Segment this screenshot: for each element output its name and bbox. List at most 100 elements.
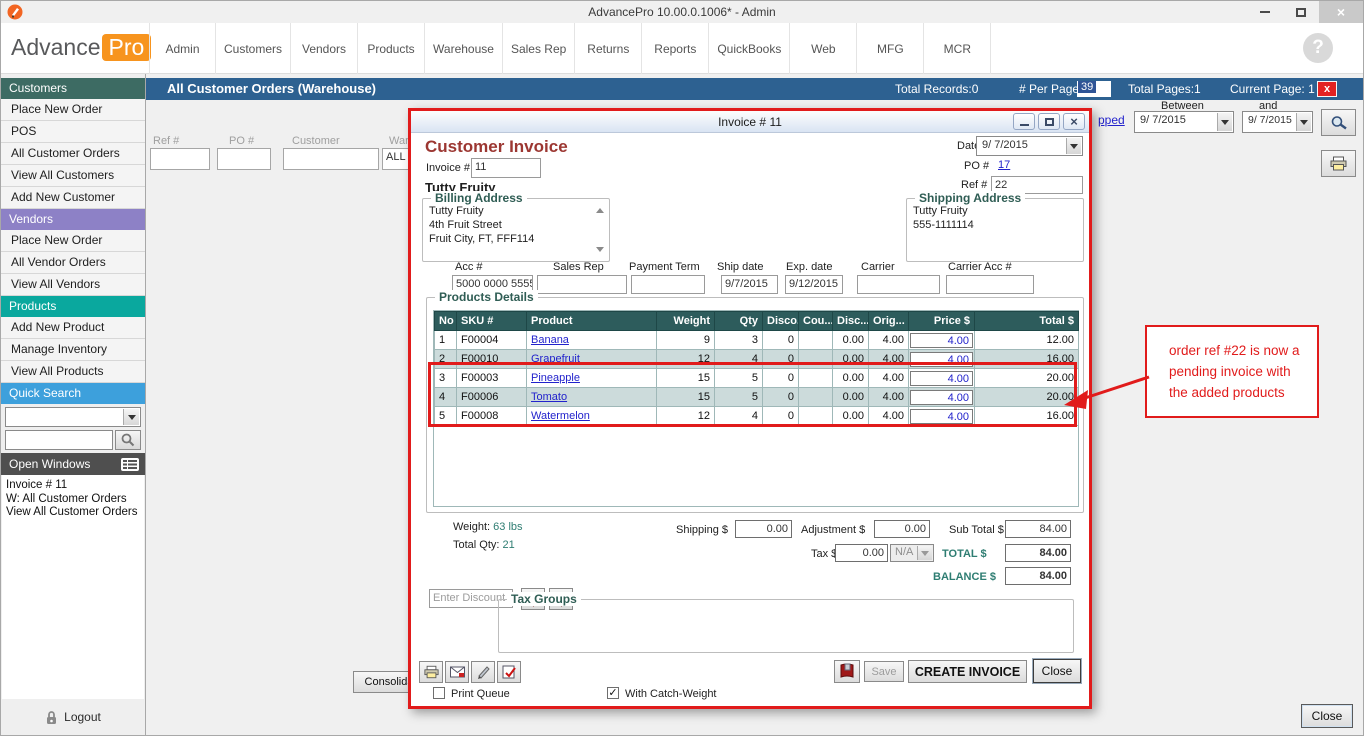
open-window-item[interactable]: Invoice # 11: [6, 479, 140, 493]
nav-item-warehouse[interactable]: Warehouse: [425, 23, 503, 74]
sidebar-item-customers-place-new-order[interactable]: Place New Order: [1, 99, 145, 121]
nav-item-quickbooks[interactable]: QuickBooks: [709, 23, 790, 74]
quick-search-button[interactable]: [115, 430, 141, 450]
column-header-disco[interactable]: Disco...: [763, 312, 799, 331]
sidebar-item-customers-add-new-customer[interactable]: Add New Customer: [1, 187, 145, 209]
column-header-product[interactable]: Product: [527, 312, 657, 331]
email-button[interactable]: [445, 661, 469, 683]
sidebar-item-products-manage-inventory[interactable]: Manage Inventory: [1, 339, 145, 361]
nav-item-reports[interactable]: Reports: [642, 23, 709, 74]
column-header-sku[interactable]: SKU #: [457, 312, 527, 331]
per-page-input[interactable]: 39: [1077, 81, 1111, 97]
dialog-close-icon[interactable]: ×: [1063, 113, 1085, 130]
close-page-button[interactable]: x: [1317, 81, 1337, 97]
carrier-acc-input[interactable]: [946, 275, 1034, 294]
ref-filter-input[interactable]: [150, 148, 210, 170]
post-ledger-button[interactable]: [834, 660, 860, 683]
dialog-restore-icon[interactable]: [1038, 113, 1060, 130]
search-orders-button[interactable]: [1321, 109, 1356, 136]
tax-group-select[interactable]: N/A: [890, 544, 934, 562]
logout-button[interactable]: Logout: [1, 699, 145, 735]
main-close-button[interactable]: Close: [1301, 704, 1353, 728]
product-link[interactable]: Banana: [531, 334, 569, 346]
nav-item-web[interactable]: Web: [790, 23, 857, 74]
nav-item-sales-rep[interactable]: Sales Rep: [503, 23, 575, 74]
quick-search-input[interactable]: [5, 430, 113, 450]
price-input[interactable]: 4.00: [910, 390, 973, 405]
date-from-select[interactable]: 9/ 7/2015: [1134, 111, 1234, 133]
print-list-button[interactable]: [1321, 150, 1356, 177]
nav-item-customers[interactable]: Customers: [216, 23, 291, 74]
print-queue-checkbox[interactable]: [433, 687, 445, 699]
column-header-orig[interactable]: Orig...: [869, 312, 909, 331]
po-filter-input[interactable]: [217, 148, 271, 170]
verify-button[interactable]: [497, 661, 521, 683]
ship-date-input[interactable]: 9/7/2015: [721, 275, 778, 294]
column-header-total[interactable]: Total $: [975, 312, 1079, 331]
price-input[interactable]: 4.00: [910, 333, 973, 348]
price-input[interactable]: 4.00: [910, 352, 973, 367]
product-link[interactable]: Grapefruit: [531, 353, 580, 365]
exp-date-input[interactable]: 9/12/2015: [785, 275, 843, 294]
price-input[interactable]: 4.00: [910, 409, 973, 424]
scroll-up-icon[interactable]: [596, 208, 604, 213]
help-icon[interactable]: ?: [1303, 33, 1333, 63]
tax-label: Tax $: [811, 548, 837, 560]
nav-item-mcr[interactable]: MCR: [924, 23, 991, 74]
invoice-date-select[interactable]: 9/ 7/2015: [976, 136, 1083, 156]
sidebar-item-vendors-all-vendor-orders[interactable]: All Vendor Orders: [1, 252, 145, 274]
scroll-down-icon[interactable]: [596, 247, 604, 252]
product-link[interactable]: Pineapple: [531, 372, 580, 384]
carrier-input[interactable]: [857, 275, 940, 294]
adjustment-input[interactable]: 0.00: [874, 520, 930, 538]
column-header-disc[interactable]: Disc...: [833, 312, 869, 331]
sidebar-item-products-view-all-products[interactable]: View All Products: [1, 361, 145, 383]
dialog-close-button[interactable]: Close: [1033, 659, 1081, 683]
open-window-item[interactable]: View All Customer Orders: [6, 506, 140, 520]
close-icon[interactable]: ×: [1319, 1, 1363, 23]
sidebar-item-vendors-view-all-vendors[interactable]: View All Vendors: [1, 274, 145, 296]
minimize-icon[interactable]: [1247, 1, 1283, 23]
shipping-input[interactable]: 0.00: [735, 520, 792, 538]
sidebar-item-customers-view-all-customers[interactable]: View All Customers: [1, 165, 145, 187]
sidebar-item-customers-all-customer-orders[interactable]: All Customer Orders: [1, 143, 145, 165]
nav-item-mfg[interactable]: MFG: [857, 23, 924, 74]
nav-item-returns[interactable]: Returns: [575, 23, 642, 74]
open-window-item[interactable]: W: All Customer Orders: [6, 493, 140, 507]
sidebar-item-customers-pos[interactable]: POS: [1, 121, 145, 143]
maximize-icon[interactable]: [1283, 1, 1319, 23]
column-header-weight[interactable]: Weight: [657, 312, 715, 331]
column-header-cou[interactable]: Cou...: [799, 312, 833, 331]
quick-search-select[interactable]: [5, 407, 141, 427]
signature-button[interactable]: [471, 661, 495, 683]
dialog-minimize-icon[interactable]: [1013, 113, 1035, 130]
dialog-titlebar[interactable]: Invoice # 11 ×: [411, 111, 1089, 133]
po-number-link[interactable]: 17: [998, 159, 1010, 171]
tax-input[interactable]: 0.00: [835, 544, 888, 562]
product-link[interactable]: Tomato: [531, 391, 567, 403]
invoice-number-input[interactable]: 11: [471, 158, 541, 178]
sidebar-item-products-add-new-product[interactable]: Add New Product: [1, 317, 145, 339]
create-invoice-button[interactable]: CREATE INVOICE: [908, 660, 1027, 683]
window-list-icon[interactable]: [120, 457, 140, 472]
sales-rep-input[interactable]: [537, 275, 627, 294]
column-header-no[interactable]: No: [435, 312, 457, 331]
top-navbar: AdvancePro AdminCustomersVendorsProducts…: [1, 23, 1363, 74]
date-to-select[interactable]: 9/ 7/2015: [1242, 111, 1313, 133]
print-button[interactable]: [419, 661, 443, 683]
sidebar-item-vendors-place-new-order[interactable]: Place New Order: [1, 230, 145, 252]
nav-item-admin[interactable]: Admin: [149, 23, 216, 74]
column-header-price[interactable]: Price $: [909, 312, 975, 331]
nav-item-products[interactable]: Products: [358, 23, 425, 74]
column-header-qty[interactable]: Qty: [715, 312, 763, 331]
envelope-icon: [450, 666, 465, 678]
shipped-link[interactable]: pped: [1098, 113, 1125, 127]
save-button[interactable]: Save: [864, 661, 904, 682]
payment-term-input[interactable]: [631, 275, 705, 294]
customer-filter-input[interactable]: [283, 148, 379, 170]
nav-item-vendors[interactable]: Vendors: [291, 23, 358, 74]
price-input[interactable]: 4.00: [910, 371, 973, 386]
catch-weight-label: With Catch-Weight: [625, 688, 717, 700]
catch-weight-checkbox[interactable]: ✓: [607, 687, 619, 699]
product-link[interactable]: Watermelon: [531, 410, 590, 422]
